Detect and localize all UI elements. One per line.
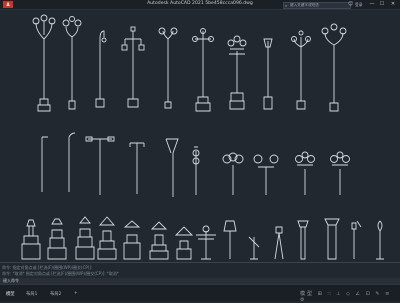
bollard-lamp-30 [248,236,260,260]
drawing-canvas[interactable] [0,9,400,262]
tree-lantern-28 [196,225,216,260]
tab-layout2[interactable]: 布局2 [50,291,61,297]
ornate-lamp-6 [192,28,214,112]
torch-lamp-35 [376,220,384,260]
stone-lantern-26 [149,221,169,260]
search-placeholder: 键入关键字或短语 [290,2,319,7]
lantern-lamp-8 [263,38,273,110]
command-window: 命令: 指定对角点或 [栏选(F)/圈围(WP)/圈交(CP)]: 命令: *取… [0,262,400,284]
double-lamp-5 [158,27,178,109]
sign-in-link[interactable]: 登录 [355,2,363,8]
stone-lantern-25 [123,220,141,260]
maximize-button[interactable]: ☐ [378,0,386,9]
pole-lamp-16 [192,146,200,195]
status-bar: 模型 布局1 布局2 + 模型 ⊞ ∷ ⊥ ◇ ∠ ⊡ ✎ ≡ ⚙ [0,284,400,303]
stone-lantern-24 [97,216,117,260]
tab-add[interactable]: + [74,291,78,296]
spot-lamp-34 [351,220,362,259]
minimize-button[interactable]: — [368,0,376,9]
hook-lamp-3 [95,30,107,108]
pole-lamp-13 [85,136,115,195]
pole-lamp-14 [129,142,145,194]
pole-lamp-15 [165,138,179,197]
user-icon[interactable]: ☺ [348,1,353,7]
tab-model[interactable]: 模型 [6,291,15,297]
ornate-lamp-1 [32,14,56,112]
tripod-lamp-31 [274,226,284,260]
ornate-lamp-4 [121,26,145,108]
globe-lamp-20 [330,151,350,195]
stone-lantern-22 [47,218,67,260]
ornate-lamp-2 [62,16,82,110]
tall-bollard-33 [324,218,340,260]
command-history-line-2: 命令: *取消* 指定对角点或 [栏选(F)/圈围(WP)/圈交(CP)]: *… [2,271,119,276]
status-toggle-icons[interactable]: 模型 ⊞ ∷ ⊥ ◇ ∠ ⊡ ✎ ≡ ⚙ [300,290,400,303]
pole-lamp-11 [41,136,48,192]
globe-lamp-17 [222,152,244,195]
stone-lantern-27 [174,226,194,260]
search-box[interactable]: ⌕ 键入关键字或短语 [283,1,351,9]
cluster-lamp-7 [227,35,247,110]
close-button[interactable]: ✕ [389,0,397,9]
ornate-lamp-10 [321,23,347,112]
floor-lamp-29 [223,220,237,259]
pole-lamp-12 [68,132,76,192]
stone-lantern-21 [21,219,41,260]
tab-layout1[interactable]: 布局1 [26,291,37,297]
stone-lantern-23 [75,216,95,260]
globe-lamp-19 [295,151,315,195]
bollard-lamp-32 [297,220,309,260]
globe-lamp-18 [253,154,279,195]
search-icon: ⌕ [285,2,288,8]
ornate-lamp-9 [291,30,311,110]
